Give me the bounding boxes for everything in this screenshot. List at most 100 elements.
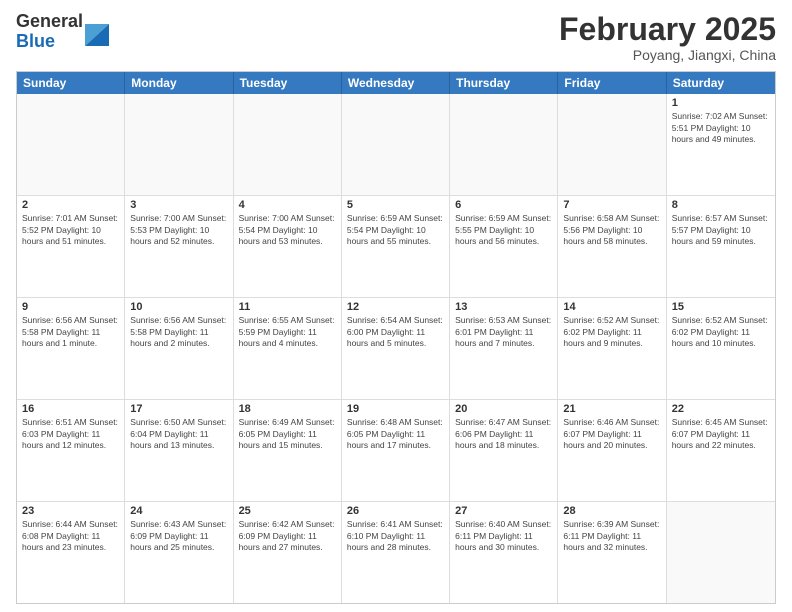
calendar-header: SundayMondayTuesdayWednesdayThursdayFrid… bbox=[17, 72, 775, 94]
calendar-row: 2Sunrise: 7:01 AM Sunset: 5:52 PM Daylig… bbox=[17, 196, 775, 298]
day-number: 17 bbox=[130, 403, 227, 415]
day-info: Sunrise: 7:00 AM Sunset: 5:54 PM Dayligh… bbox=[239, 213, 336, 247]
day-info: Sunrise: 6:50 AM Sunset: 6:04 PM Dayligh… bbox=[130, 417, 227, 451]
cal-header-day: Sunday bbox=[17, 72, 125, 94]
logo-general: General bbox=[16, 12, 83, 32]
calendar-cell: 3 Sunrise: 7:00 AM Sunset: 5:53 PM Daylig… bbox=[125, 196, 233, 297]
day-number: 3 bbox=[130, 199, 227, 211]
cal-header-day: Thursday bbox=[450, 72, 558, 94]
cal-header-day: Friday bbox=[558, 72, 666, 94]
day-number: 10 bbox=[130, 301, 227, 313]
calendar-cell: 1Sunrise: 7:02 AM Sunset: 5:51 PM Daylig… bbox=[667, 94, 775, 195]
calendar-cell: 13 Sunrise: 6:53 AM Sunset: 6:01 PM Dayli… bbox=[450, 298, 558, 399]
day-number: 12 bbox=[347, 301, 444, 313]
calendar-cell: 17 Sunrise: 6:50 AM Sunset: 6:04 PM Dayli… bbox=[125, 400, 233, 501]
day-number: 13 bbox=[455, 301, 552, 313]
day-number: 25 bbox=[239, 505, 336, 517]
calendar-cell: 2Sunrise: 7:01 AM Sunset: 5:52 PM Daylig… bbox=[17, 196, 125, 297]
day-number: 27 bbox=[455, 505, 552, 517]
logo: GeneralBlue bbox=[16, 12, 109, 52]
calendar-cell: 20Sunrise: 6:47 AM Sunset: 6:06 PM Dayli… bbox=[450, 400, 558, 501]
cal-header-day: Tuesday bbox=[234, 72, 342, 94]
day-info: Sunrise: 6:40 AM Sunset: 6:11 PM Dayligh… bbox=[455, 519, 552, 553]
title-block: February 2025 Poyang, Jiangxi, China bbox=[559, 12, 776, 63]
calendar-cell bbox=[17, 94, 125, 195]
day-number: 8 bbox=[672, 199, 770, 211]
day-info: Sunrise: 6:55 AM Sunset: 5:59 PM Dayligh… bbox=[239, 315, 336, 349]
calendar-cell: 6 Sunrise: 6:59 AM Sunset: 5:55 PM Daylig… bbox=[450, 196, 558, 297]
day-number: 4 bbox=[239, 199, 336, 211]
day-info: Sunrise: 7:00 AM Sunset: 5:53 PM Dayligh… bbox=[130, 213, 227, 247]
day-info: Sunrise: 6:48 AM Sunset: 6:05 PM Dayligh… bbox=[347, 417, 444, 451]
day-info: Sunrise: 6:52 AM Sunset: 6:02 PM Dayligh… bbox=[672, 315, 770, 349]
day-info: Sunrise: 6:43 AM Sunset: 6:09 PM Dayligh… bbox=[130, 519, 227, 553]
calendar-cell: 18Sunrise: 6:49 AM Sunset: 6:05 PM Dayli… bbox=[234, 400, 342, 501]
day-info: Sunrise: 6:56 AM Sunset: 5:58 PM Dayligh… bbox=[22, 315, 119, 349]
calendar-cell: 4 Sunrise: 7:00 AM Sunset: 5:54 PM Daylig… bbox=[234, 196, 342, 297]
day-info: Sunrise: 6:46 AM Sunset: 6:07 PM Dayligh… bbox=[563, 417, 660, 451]
calendar-cell: 24 Sunrise: 6:43 AM Sunset: 6:09 PM Dayli… bbox=[125, 502, 233, 603]
day-number: 16 bbox=[22, 403, 119, 415]
day-number: 9 bbox=[22, 301, 119, 313]
day-number: 22 bbox=[672, 403, 770, 415]
day-number: 26 bbox=[347, 505, 444, 517]
day-info: Sunrise: 6:57 AM Sunset: 5:57 PM Dayligh… bbox=[672, 213, 770, 247]
calendar-cell bbox=[125, 94, 233, 195]
day-info: Sunrise: 6:44 AM Sunset: 6:08 PM Dayligh… bbox=[22, 519, 119, 553]
calendar-cell: 11 Sunrise: 6:55 AM Sunset: 5:59 PM Dayli… bbox=[234, 298, 342, 399]
calendar-cell: 26 Sunrise: 6:41 AM Sunset: 6:10 PM Dayli… bbox=[342, 502, 450, 603]
day-info: Sunrise: 6:51 AM Sunset: 6:03 PM Dayligh… bbox=[22, 417, 119, 451]
month-year-title: February 2025 bbox=[559, 12, 776, 47]
calendar-cell: 14 Sunrise: 6:52 AM Sunset: 6:02 PM Dayli… bbox=[558, 298, 666, 399]
location-subtitle: Poyang, Jiangxi, China bbox=[559, 47, 776, 63]
logo-blue: Blue bbox=[16, 32, 83, 52]
day-info: Sunrise: 6:41 AM Sunset: 6:10 PM Dayligh… bbox=[347, 519, 444, 553]
calendar-cell: 5Sunrise: 6:59 AM Sunset: 5:54 PM Daylig… bbox=[342, 196, 450, 297]
calendar-row: 9 Sunrise: 6:56 AM Sunset: 5:58 PM Daylig… bbox=[17, 298, 775, 400]
calendar-row: 1Sunrise: 7:02 AM Sunset: 5:51 PM Daylig… bbox=[17, 94, 775, 196]
calendar-cell: 12 Sunrise: 6:54 AM Sunset: 6:00 PM Dayli… bbox=[342, 298, 450, 399]
calendar-cell bbox=[667, 502, 775, 603]
calendar-cell: 7Sunrise: 6:58 AM Sunset: 5:56 PM Daylig… bbox=[558, 196, 666, 297]
calendar-cell: 8 Sunrise: 6:57 AM Sunset: 5:57 PM Daylig… bbox=[667, 196, 775, 297]
day-number: 28 bbox=[563, 505, 660, 517]
calendar-cell: 28 Sunrise: 6:39 AM Sunset: 6:11 PM Dayli… bbox=[558, 502, 666, 603]
day-info: Sunrise: 6:52 AM Sunset: 6:02 PM Dayligh… bbox=[563, 315, 660, 349]
day-info: Sunrise: 6:59 AM Sunset: 5:54 PM Dayligh… bbox=[347, 213, 444, 247]
calendar-cell: 16 Sunrise: 6:51 AM Sunset: 6:03 PM Dayli… bbox=[17, 400, 125, 501]
calendar: SundayMondayTuesdayWednesdayThursdayFrid… bbox=[16, 71, 776, 604]
day-number: 1 bbox=[672, 97, 770, 109]
calendar-cell: 10Sunrise: 6:56 AM Sunset: 5:58 PM Dayli… bbox=[125, 298, 233, 399]
day-number: 24 bbox=[130, 505, 227, 517]
page: GeneralBlue February 2025 Poyang, Jiangx… bbox=[0, 0, 792, 612]
calendar-cell bbox=[234, 94, 342, 195]
calendar-cell: 15 Sunrise: 6:52 AM Sunset: 6:02 PM Dayli… bbox=[667, 298, 775, 399]
calendar-cell bbox=[450, 94, 558, 195]
calendar-cell: 22 Sunrise: 6:45 AM Sunset: 6:07 PM Dayli… bbox=[667, 400, 775, 501]
day-info: Sunrise: 6:59 AM Sunset: 5:55 PM Dayligh… bbox=[455, 213, 552, 247]
day-number: 21 bbox=[563, 403, 660, 415]
calendar-row: 16 Sunrise: 6:51 AM Sunset: 6:03 PM Dayli… bbox=[17, 400, 775, 502]
calendar-cell: 19 Sunrise: 6:48 AM Sunset: 6:05 PM Dayli… bbox=[342, 400, 450, 501]
day-number: 15 bbox=[672, 301, 770, 313]
day-number: 18 bbox=[239, 403, 336, 415]
day-info: Sunrise: 6:58 AM Sunset: 5:56 PM Dayligh… bbox=[563, 213, 660, 247]
day-info: Sunrise: 6:39 AM Sunset: 6:11 PM Dayligh… bbox=[563, 519, 660, 553]
day-number: 19 bbox=[347, 403, 444, 415]
cal-header-day: Wednesday bbox=[342, 72, 450, 94]
day-number: 11 bbox=[239, 301, 336, 313]
calendar-cell bbox=[558, 94, 666, 195]
calendar-cell: 25Sunrise: 6:42 AM Sunset: 6:09 PM Dayli… bbox=[234, 502, 342, 603]
day-info: Sunrise: 6:47 AM Sunset: 6:06 PM Dayligh… bbox=[455, 417, 552, 451]
day-number: 6 bbox=[455, 199, 552, 211]
day-info: Sunrise: 6:54 AM Sunset: 6:00 PM Dayligh… bbox=[347, 315, 444, 349]
calendar-cell: 21 Sunrise: 6:46 AM Sunset: 6:07 PM Dayli… bbox=[558, 400, 666, 501]
calendar-cell: 27 Sunrise: 6:40 AM Sunset: 6:11 PM Dayli… bbox=[450, 502, 558, 603]
calendar-cell: 9 Sunrise: 6:56 AM Sunset: 5:58 PM Daylig… bbox=[17, 298, 125, 399]
day-info: Sunrise: 6:45 AM Sunset: 6:07 PM Dayligh… bbox=[672, 417, 770, 451]
day-info: Sunrise: 6:53 AM Sunset: 6:01 PM Dayligh… bbox=[455, 315, 552, 349]
logo-icon bbox=[85, 14, 109, 46]
calendar-body: 1Sunrise: 7:02 AM Sunset: 5:51 PM Daylig… bbox=[17, 94, 775, 603]
day-number: 14 bbox=[563, 301, 660, 313]
day-info: Sunrise: 7:01 AM Sunset: 5:52 PM Dayligh… bbox=[22, 213, 119, 247]
